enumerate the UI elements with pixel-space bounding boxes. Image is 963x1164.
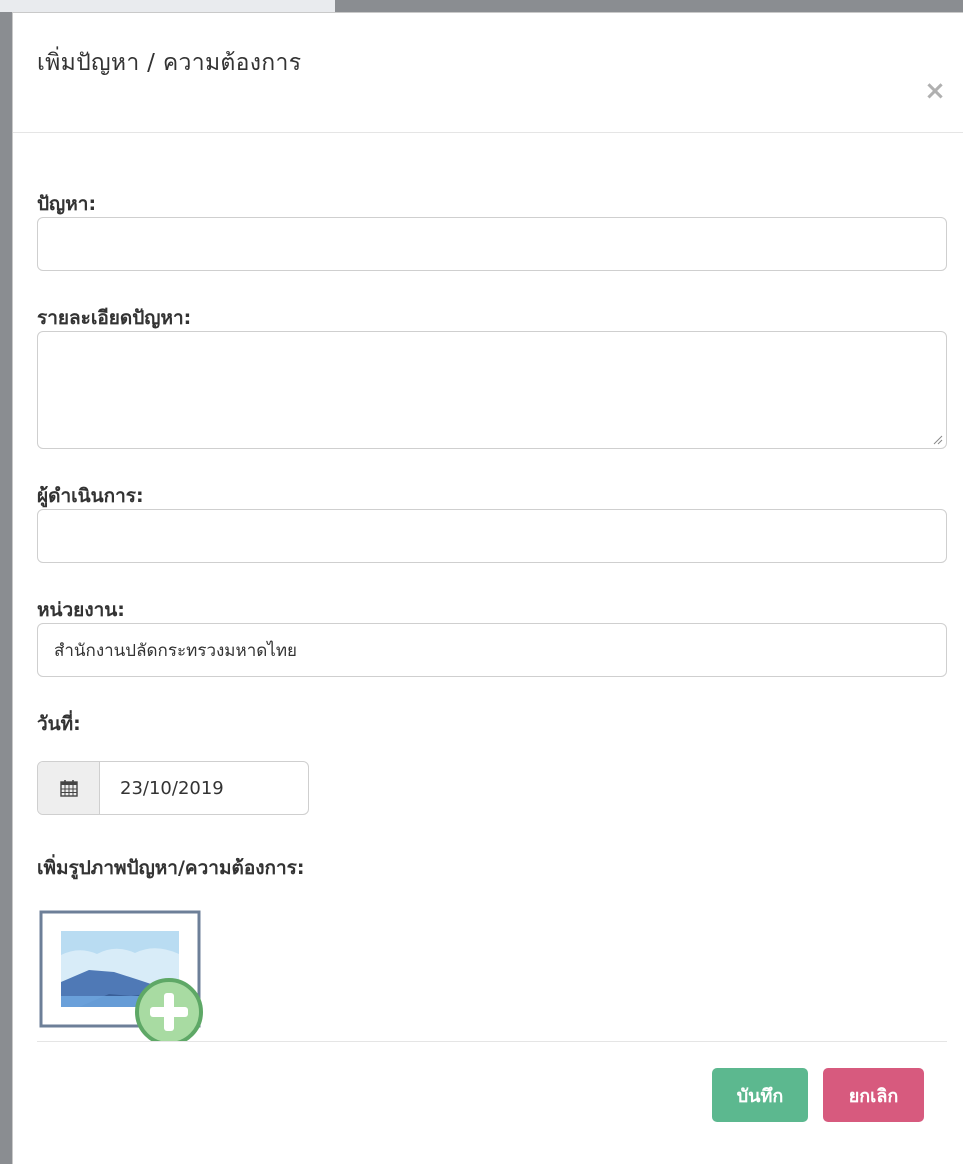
- date-addon[interactable]: [38, 762, 100, 814]
- operator-input[interactable]: [37, 509, 947, 563]
- add-problem-modal: เพิ่มปัญหา / ความต้องการ × ปัญหา: รายละเ…: [12, 12, 963, 1164]
- save-button[interactable]: บันทึก: [712, 1068, 808, 1122]
- image-upload-label: เพิ่มรูปภาพปัญหา/ความต้องการ:: [37, 857, 305, 879]
- department-label: หน่วยงาน:: [37, 599, 125, 621]
- date-label: วันที่:: [37, 713, 81, 735]
- date-picker[interactable]: 23/10/2019: [37, 761, 309, 815]
- resize-handle-icon[interactable]: [933, 435, 943, 445]
- date-input[interactable]: 23/10/2019: [100, 762, 308, 814]
- close-button[interactable]: ×: [923, 78, 947, 104]
- add-image-button[interactable]: [39, 910, 207, 1046]
- details-textarea[interactable]: [37, 331, 947, 449]
- modal-title: เพิ่มปัญหา / ความต้องการ: [37, 50, 302, 76]
- problem-input[interactable]: [37, 217, 947, 271]
- operator-label: ผู้ดำเนินการ:: [37, 485, 144, 507]
- cancel-button[interactable]: ยกเลิก: [823, 1068, 924, 1122]
- modal-header: เพิ่มปัญหา / ความต้องการ ×: [13, 13, 963, 133]
- page-backdrop: [0, 0, 335, 12]
- problem-label: ปัญหา:: [37, 193, 97, 215]
- footer-divider: [37, 1041, 947, 1042]
- details-label: รายละเอียดปัญหา:: [37, 307, 192, 329]
- calendar-icon: [59, 780, 78, 797]
- department-input[interactable]: สำนักงานปลัดกระทรวงมหาดไทย: [37, 623, 947, 677]
- add-image-icon: [39, 910, 203, 1046]
